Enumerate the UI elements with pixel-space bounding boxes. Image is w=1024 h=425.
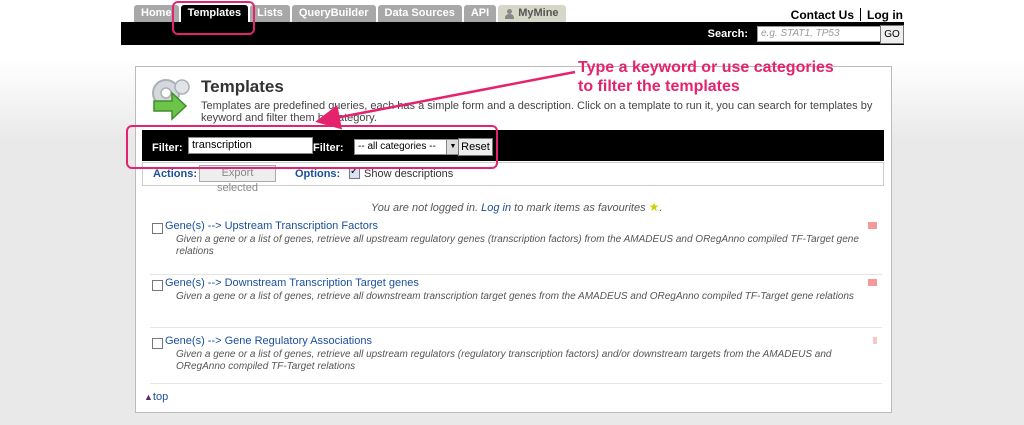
annotation-arrow-icon	[315, 70, 576, 130]
annotation-line-2: to filter the templates	[578, 78, 740, 95]
annotation-line-1: Type a keyword or use categories	[578, 59, 834, 76]
annotation-callout: Type a keyword or use categories to filt…	[578, 58, 834, 96]
